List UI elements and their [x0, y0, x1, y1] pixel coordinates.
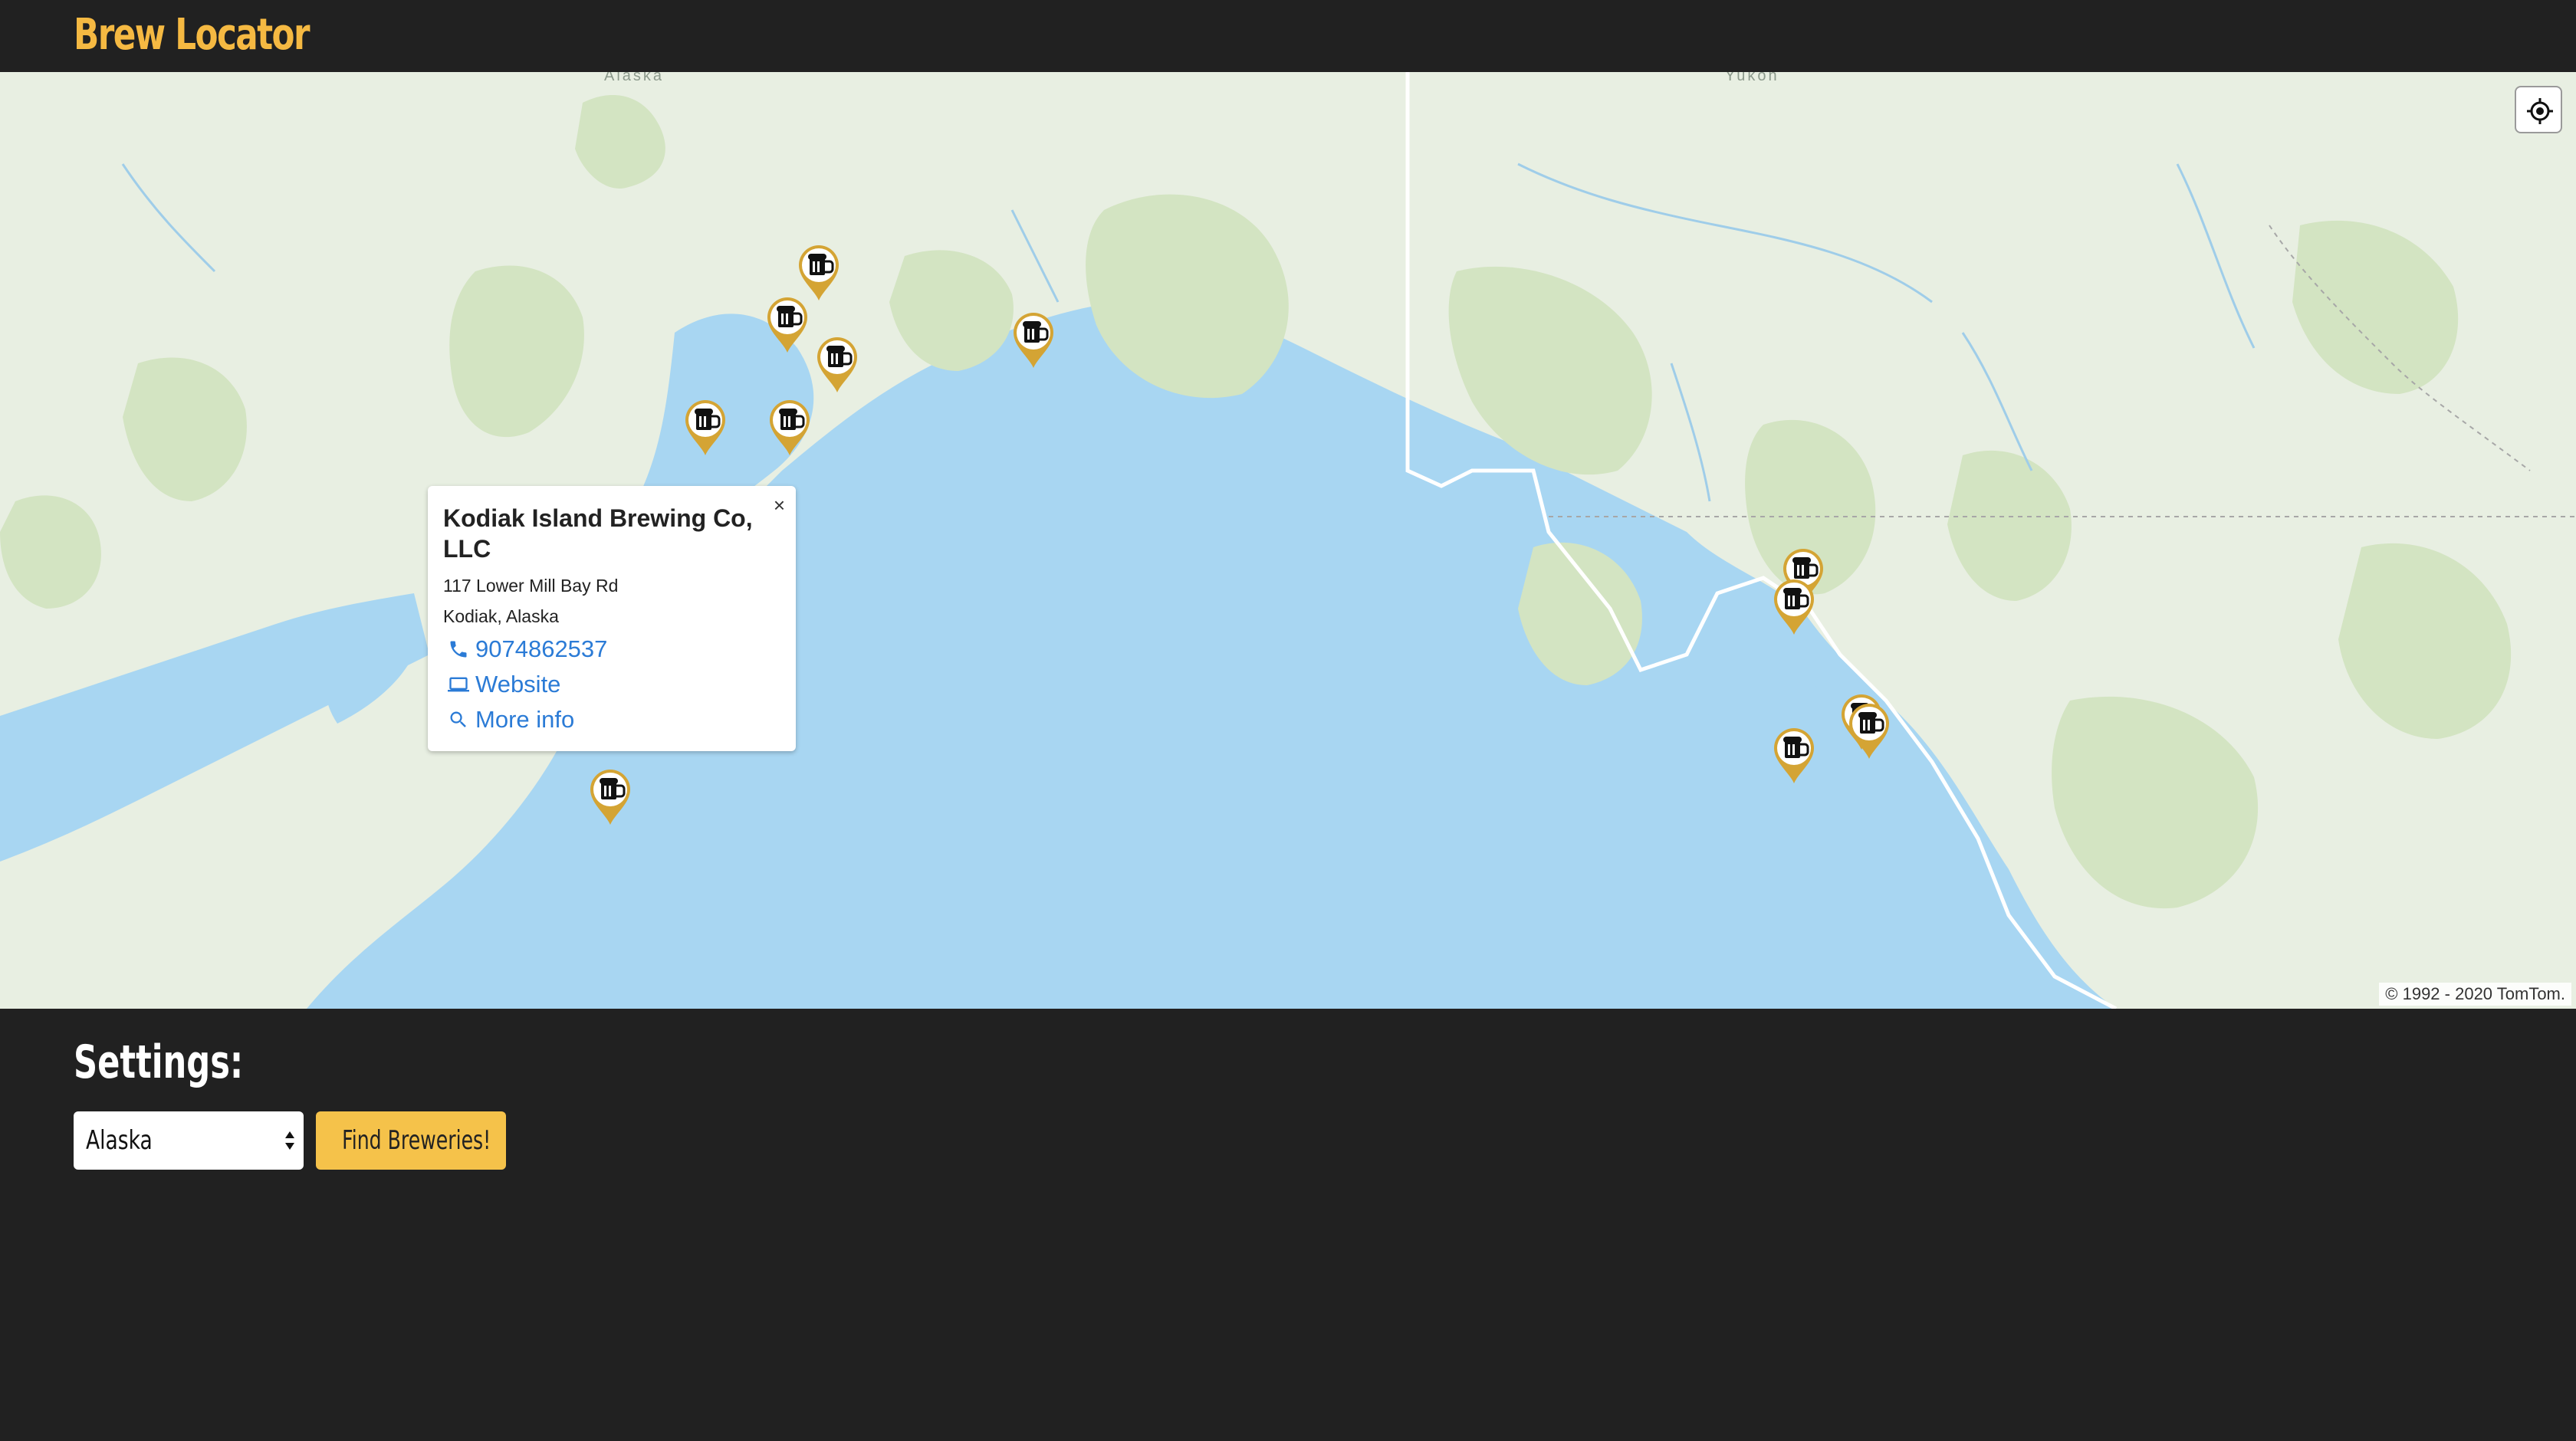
popup-brewery-name: Kodiak Island Brewing Co, LLC — [443, 504, 753, 563]
map-base-layer — [0, 72, 2576, 1009]
popup-website-label: Website — [475, 671, 561, 698]
brewery-marker[interactable] — [1769, 576, 1819, 636]
crosshair-icon — [2527, 98, 2553, 124]
popup-website-link[interactable]: Website — [443, 667, 779, 702]
popup-city-state: Kodiak, Alaska — [443, 606, 559, 626]
select-arrows-icon — [285, 1131, 294, 1150]
find-breweries-button[interactable]: Find Breweries! — [316, 1111, 506, 1170]
brewery-marker[interactable] — [765, 397, 814, 457]
settings-controls: Alaska Find Breweries! — [74, 1111, 506, 1170]
brewery-marker[interactable] — [813, 334, 862, 394]
popup-more-info-link[interactable]: More info — [443, 702, 779, 737]
state-select[interactable]: Alaska — [74, 1111, 304, 1170]
brewery-marker[interactable] — [1769, 725, 1819, 785]
settings-title: Settings: — [74, 1036, 244, 1089]
popup-phone: 9074862537 — [475, 635, 608, 662]
brewery-marker[interactable] — [1845, 701, 1894, 760]
brewery-marker[interactable] — [681, 397, 730, 457]
app-header: Brew Locator — [0, 0, 2576, 72]
search-icon — [450, 711, 466, 727]
locate-me-button[interactable] — [2515, 86, 2562, 133]
popup-street: 117 Lower Mill Bay Rd — [443, 576, 619, 596]
region-label-yukon: Yukon — [1725, 72, 1779, 84]
map-attribution: © 1992 - 2020 TomTom. — [2379, 983, 2571, 1006]
phone-icon — [450, 641, 467, 658]
brewery-marker[interactable] — [763, 294, 812, 354]
map-view[interactable]: Alaska Yukon × Kodiak Island Brewing Co,… — [0, 72, 2576, 1009]
settings-panel: Settings: Alaska Find Breweries! — [74, 1032, 506, 1170]
state-select-value: Alaska — [86, 1125, 153, 1156]
brewery-marker[interactable] — [794, 242, 843, 302]
popup-more-info-label: More info — [475, 706, 575, 733]
brewery-marker[interactable] — [586, 766, 635, 826]
brewery-marker[interactable] — [1009, 310, 1058, 369]
popup-close-button[interactable]: × — [774, 494, 785, 517]
popup-phone-link[interactable]: 9074862537 — [443, 632, 779, 667]
find-breweries-label: Find Breweries! — [342, 1125, 491, 1156]
app-title: Brew Locator — [74, 10, 310, 60]
brewery-popup: × Kodiak Island Brewing Co, LLC 117 Lowe… — [428, 486, 796, 751]
laptop-icon — [448, 677, 469, 692]
region-label-alaska: Alaska — [604, 72, 665, 84]
